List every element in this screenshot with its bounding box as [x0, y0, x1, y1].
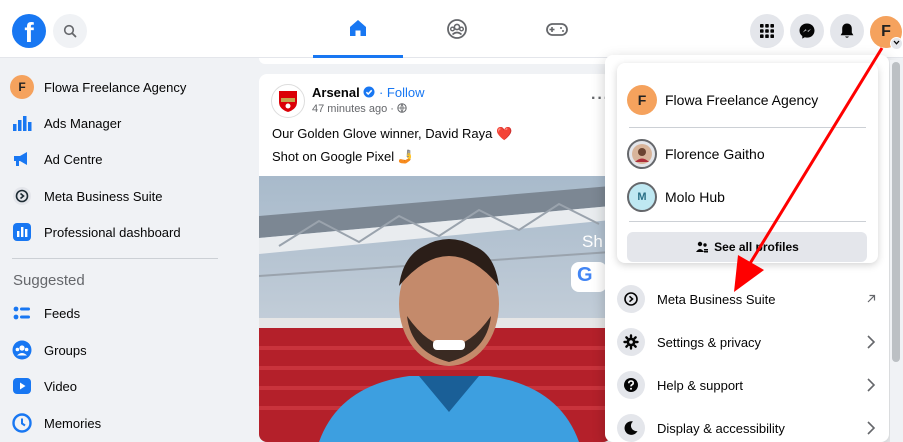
- person-photo-icon: [632, 144, 652, 164]
- groups-tab-icon: [447, 19, 467, 39]
- chevron-right-icon: [863, 334, 879, 350]
- sidebar-item-label: Flowa Freelance Agency: [44, 79, 187, 95]
- photo-overlay-text: Sh: [582, 232, 603, 251]
- globe-icon: [397, 103, 407, 113]
- messenger-icon: [799, 23, 815, 39]
- sidebar-item-label: Memories: [44, 415, 102, 431]
- post-text-line: Our Golden Glove winner, David Raya ❤️: [272, 126, 513, 141]
- profile-item-florence[interactable]: Florence Gaitho: [627, 137, 765, 171]
- suggested-heading: Suggested: [13, 272, 85, 289]
- home-icon: [350, 19, 366, 36]
- search-icon: [63, 24, 77, 38]
- left-sidebar: F Flowa Freelance Agency Ads Manager Ad …: [0, 58, 230, 442]
- post-text-line: Shot on Google Pixel 🤳: [272, 149, 414, 164]
- notifications-button[interactable]: [830, 14, 864, 48]
- menu-item-label: Settings & privacy: [657, 334, 762, 350]
- post-timestamp: 47 minutes ago ·: [312, 103, 407, 115]
- menu-item-label: Meta Business Suite: [657, 291, 776, 307]
- menu-item-meta-business-suite[interactable]: Meta Business Suite: [617, 281, 879, 317]
- menu-scrollbar-thumb[interactable]: [892, 62, 900, 362]
- sidebar-item-label: Professional dashboard: [44, 224, 181, 240]
- sidebar-item-video[interactable]: Video: [10, 369, 220, 403]
- gear-icon: [617, 328, 645, 356]
- menu-grid-button[interactable]: [750, 14, 784, 48]
- previous-post-edge: [259, 58, 611, 64]
- card-divider: [629, 221, 866, 222]
- people-icon: [696, 241, 709, 253]
- post-photo[interactable]: Sh G: [259, 176, 611, 442]
- separator-dot: ·: [390, 103, 394, 115]
- account-menu: F Flowa Freelance Agency Florence Gaitho…: [605, 55, 889, 442]
- tab-home[interactable]: [313, 0, 403, 58]
- profile-avatar: M: [627, 182, 657, 212]
- groups-icon: [10, 338, 34, 362]
- menu-item-label: Help & support: [657, 377, 743, 393]
- chevron-down-icon[interactable]: [890, 37, 903, 50]
- card-divider: [629, 127, 866, 128]
- sidebar-item-profile[interactable]: F Flowa Freelance Agency: [10, 70, 220, 104]
- sidebar-item-label: Groups: [44, 342, 87, 358]
- moon-icon: [617, 414, 645, 442]
- menu-item-label: Display & accessibility: [657, 420, 785, 436]
- profile-avatar: F: [627, 85, 657, 115]
- profile-item-molo-hub[interactable]: M Molo Hub: [627, 180, 725, 214]
- post-separator: ·: [378, 85, 384, 100]
- search-button[interactable]: [53, 14, 87, 48]
- google-logo-icon: G: [577, 264, 593, 286]
- menu-item-settings-privacy[interactable]: Settings & privacy: [617, 324, 879, 360]
- feed-post: Arsenal · Follow 47 minutes ago · ··· Ou…: [259, 74, 611, 442]
- dashboard-icon: [10, 220, 34, 244]
- chevron-right-icon: [863, 377, 879, 393]
- tab-groups[interactable]: [412, 0, 502, 58]
- sidebar-item-label: Meta Business Suite: [44, 188, 163, 204]
- menu-item-display-accessibility[interactable]: Display & accessibility: [617, 410, 879, 442]
- bell-icon: [840, 23, 854, 38]
- tab-gaming[interactable]: [512, 0, 602, 58]
- sidebar-item-memories[interactable]: Memories: [10, 406, 220, 440]
- profile-name: Molo Hub: [665, 189, 725, 205]
- sidebar-item-feeds[interactable]: Feeds: [10, 296, 220, 330]
- profile-avatar: [627, 139, 657, 169]
- memories-icon: [10, 411, 34, 435]
- profile-avatar: F: [10, 75, 34, 99]
- post-author-avatar[interactable]: [271, 84, 305, 118]
- question-icon: [617, 371, 645, 399]
- profiles-card: F Flowa Freelance Agency Florence Gaitho…: [617, 63, 878, 263]
- sidebar-item-ads-manager[interactable]: Ads Manager: [10, 106, 220, 140]
- sidebar-item-professional-dashboard[interactable]: Professional dashboard: [10, 215, 220, 249]
- meta-business-suite-icon: [10, 184, 34, 208]
- stadium-selfie-photo: [259, 176, 611, 442]
- sidebar-divider: [12, 258, 218, 259]
- megaphone-icon: [10, 147, 34, 171]
- sidebar-item-label: Ads Manager: [44, 115, 122, 131]
- sidebar-item-meta-business-suite[interactable]: Meta Business Suite: [10, 179, 220, 213]
- grid-menu-icon: [760, 24, 774, 38]
- menu-item-help-support[interactable]: Help & support: [617, 367, 879, 403]
- sidebar-item-ad-centre[interactable]: Ad Centre: [10, 142, 220, 176]
- profile-name: Flowa Freelance Agency: [665, 92, 819, 108]
- sidebar-item-groups[interactable]: Groups: [10, 333, 220, 367]
- verified-badge-icon: [363, 86, 375, 98]
- profile-item-flowa[interactable]: F Flowa Freelance Agency: [627, 83, 818, 117]
- sidebar-item-label: Video: [44, 378, 78, 394]
- post-author-name[interactable]: Arsenal: [312, 85, 360, 100]
- messenger-button[interactable]: [790, 14, 824, 48]
- post-author: Arsenal · Follow: [312, 85, 425, 100]
- profile-name: Florence Gaitho: [665, 146, 765, 162]
- sidebar-item-label: Feeds: [44, 305, 81, 321]
- game-controller-icon: [546, 23, 568, 36]
- feeds-icon: [10, 301, 34, 325]
- see-all-profiles-button[interactable]: See all profiles: [627, 232, 867, 262]
- external-link-icon: [863, 291, 879, 307]
- facebook-logo[interactable]: f: [12, 14, 46, 48]
- arsenal-crest-icon: [279, 91, 297, 112]
- sidebar-item-label: Ad Centre: [44, 151, 103, 167]
- follow-link[interactable]: Follow: [387, 85, 425, 100]
- meta-business-suite-icon: [617, 285, 645, 313]
- chevron-right-icon: [863, 420, 879, 436]
- video-icon: [10, 374, 34, 398]
- top-navigation-bar: f F: [0, 0, 903, 58]
- bar-chart-icon: [10, 111, 34, 135]
